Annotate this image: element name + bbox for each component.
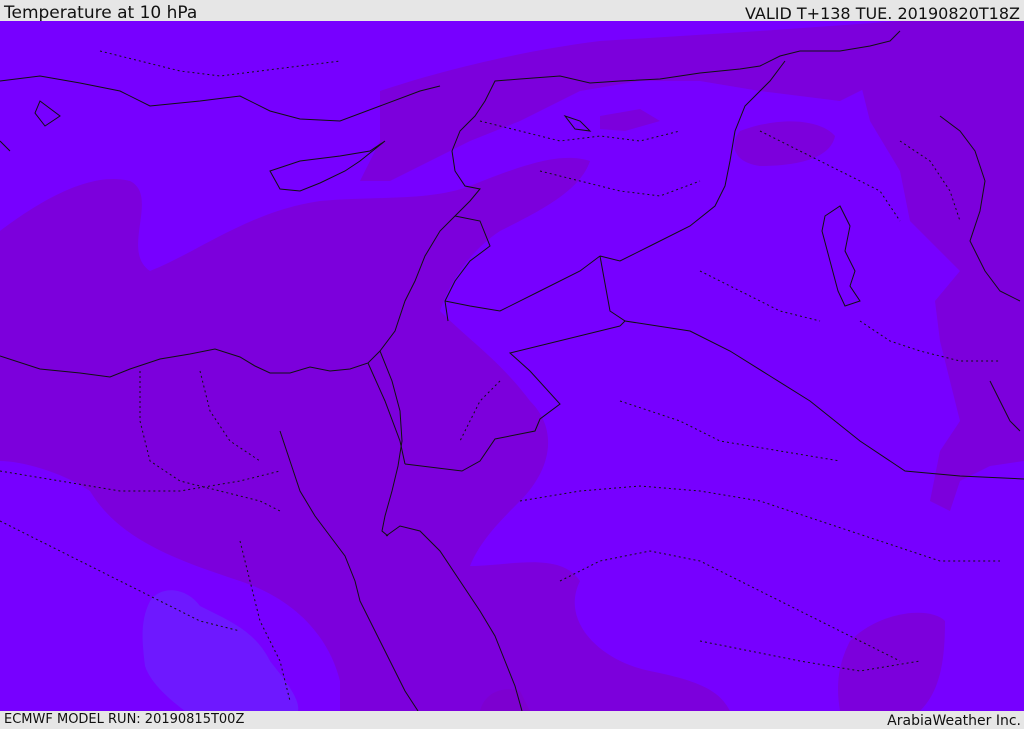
map-title: Temperature at 10 hPa xyxy=(4,3,198,23)
map-panel[interactable] xyxy=(0,21,1024,711)
model-run-label: ECMWF MODEL RUN: 20190815T00Z xyxy=(4,712,245,727)
weather-map xyxy=(0,21,1024,711)
footer-bar: ECMWF MODEL RUN: 20190815T00Z ArabiaWeat… xyxy=(0,711,1024,729)
header-bar: Temperature at 10 hPa VALID T+138 TUE. 2… xyxy=(0,0,1024,23)
credit-label: ArabiaWeather Inc. xyxy=(887,713,1021,729)
